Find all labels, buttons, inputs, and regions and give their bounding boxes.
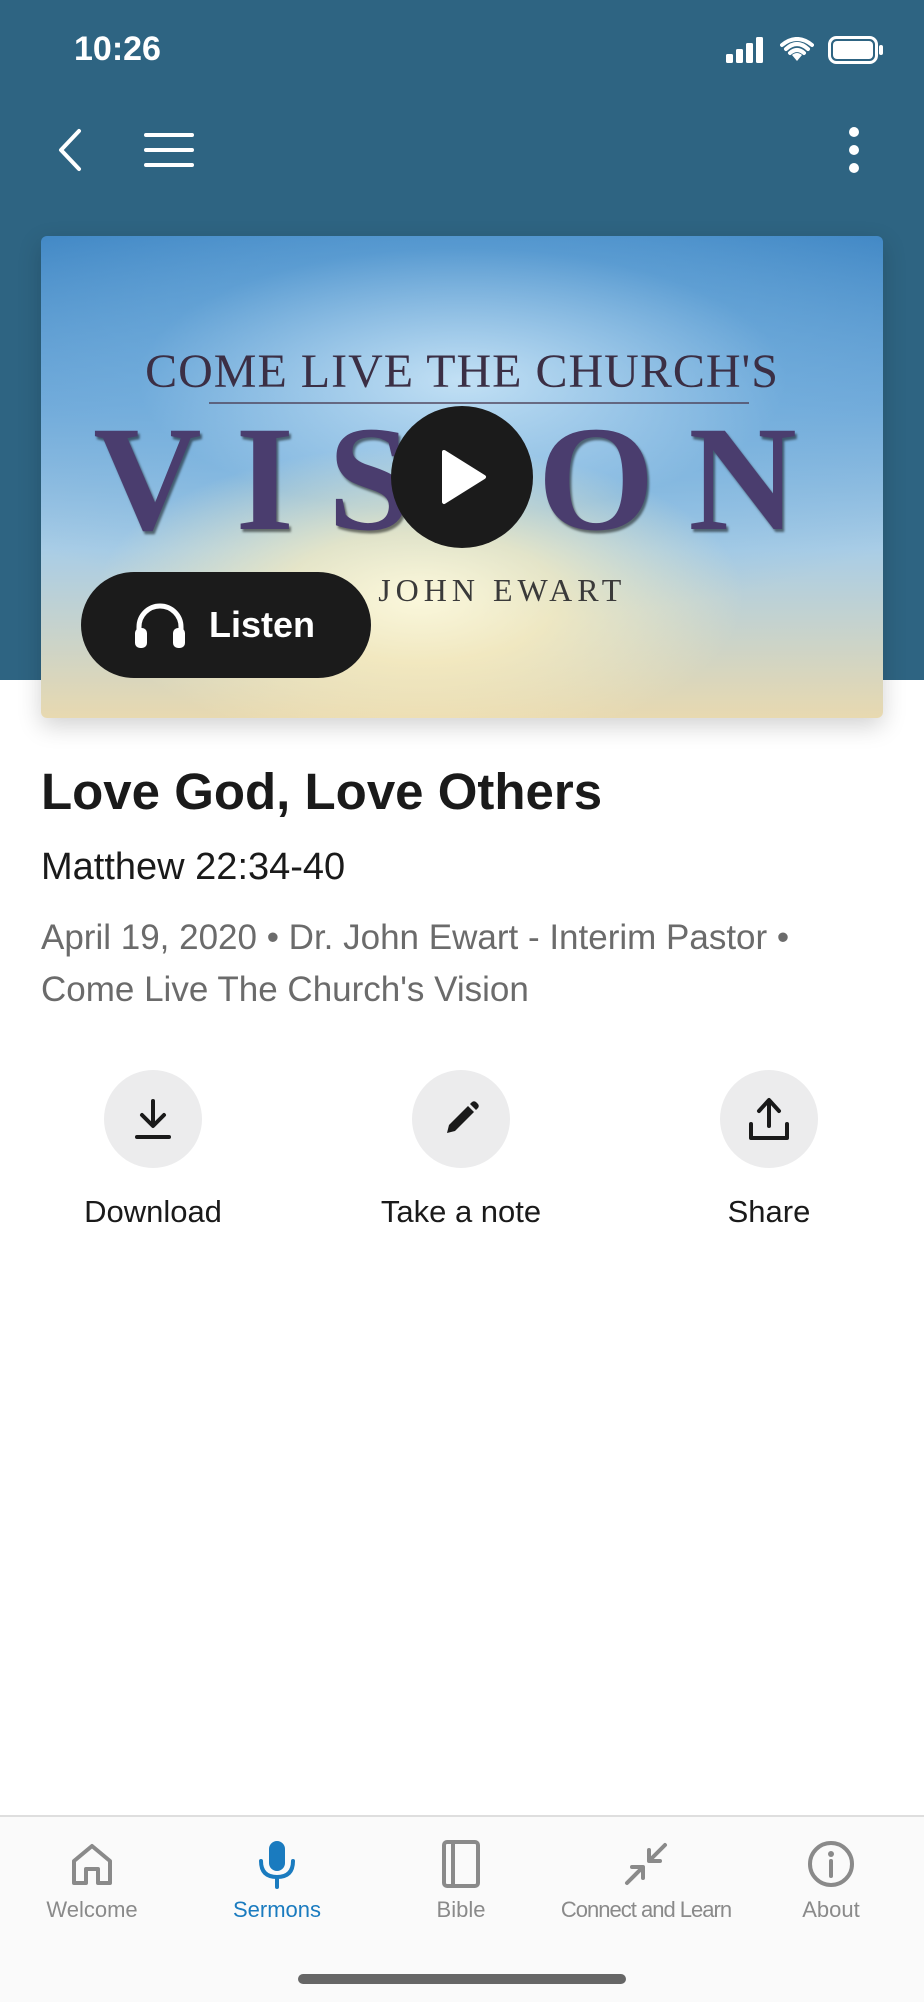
download-icon (135, 1099, 171, 1139)
battery-icon (828, 36, 883, 64)
tab-bible[interactable]: Bible (369, 1817, 553, 1947)
hamburger-icon (144, 133, 194, 167)
download-label: Download (84, 1194, 222, 1229)
play-button[interactable] (391, 406, 533, 548)
tab-about[interactable]: About (739, 1817, 923, 1947)
take-note-label: Take a note (380, 1194, 542, 1229)
share-icon (749, 1098, 789, 1140)
back-button[interactable] (44, 118, 96, 182)
signal-icon (726, 37, 763, 63)
tab-bible-label: Bible (436, 1897, 486, 1922)
sermon-title: Love God, Love Others (41, 763, 603, 820)
play-icon (442, 450, 486, 504)
tab-sermons[interactable]: Sermons (185, 1817, 369, 1947)
download-button[interactable] (104, 1070, 202, 1168)
home-indicator[interactable] (298, 1974, 626, 1984)
download-action[interactable]: Download (33, 1070, 273, 1230)
book-icon (442, 1840, 480, 1888)
tab-connect-and-learn[interactable]: Connect and Learn (553, 1817, 739, 1947)
sermon-artwork[interactable]: COME LIVE THE CHURCH'S VISION DR. JOHN E… (41, 236, 883, 718)
take-note-button[interactable] (412, 1070, 510, 1168)
tab-sermons-label: Sermons (232, 1897, 322, 1922)
microphone-icon (259, 1841, 295, 1889)
share-button[interactable] (720, 1070, 818, 1168)
headphones-icon (135, 603, 185, 648)
status-bar: 10:26 (0, 0, 924, 100)
wifi-icon (780, 37, 814, 61)
pencil-icon (447, 1101, 479, 1133)
home-icon (72, 1844, 112, 1885)
top-bar (0, 110, 924, 190)
chevron-left-icon (59, 129, 81, 171)
tab-welcome-label: Welcome (46, 1897, 138, 1922)
status-time: 10:26 (74, 30, 161, 68)
sermon-meta: April 19, 2020 • Dr. John Ewart - Interi… (41, 918, 790, 1009)
listen-button[interactable]: Listen (81, 572, 371, 678)
info-icon (808, 1841, 854, 1887)
status-icons (726, 36, 884, 64)
more-vertical-icon (849, 127, 859, 173)
tab-about-label: About (802, 1897, 860, 1922)
artwork-series-text: COME LIVE THE CHURCH'S (145, 345, 779, 398)
tab-welcome[interactable]: Welcome (0, 1817, 184, 1947)
take-note-action[interactable]: Take a note (341, 1070, 581, 1230)
more-options-button[interactable] (832, 118, 876, 182)
listen-label: Listen (209, 604, 316, 645)
tab-connect-and-learn-label: Connect and Learn (560, 1897, 732, 1922)
sermon-scripture: Matthew 22:34-40 (41, 846, 346, 888)
share-label: Share (727, 1194, 811, 1229)
arrows-inward-icon (625, 1843, 667, 1885)
share-action[interactable]: Share (649, 1070, 889, 1230)
menu-button[interactable] (136, 120, 202, 180)
